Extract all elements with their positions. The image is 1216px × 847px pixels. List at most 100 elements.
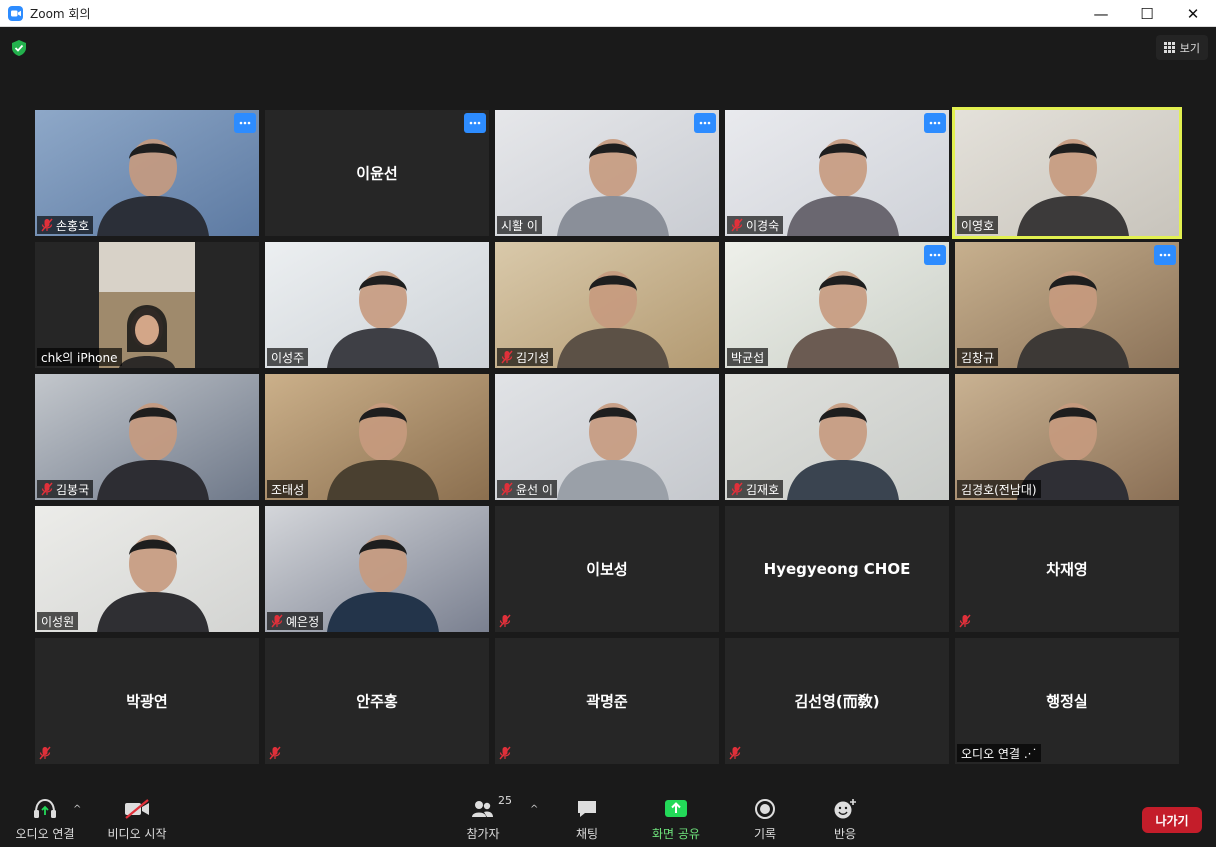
muted-microphone-icon: [959, 613, 973, 628]
participants-options-caret[interactable]: ^: [530, 804, 538, 815]
participant-name-tag: 조태성: [267, 480, 309, 498]
participant-name-tag: 윤선 이: [497, 480, 557, 498]
participant-name-label: chk의 iPhone: [41, 350, 118, 365]
participant-tile[interactable]: 이성원: [35, 506, 259, 632]
minimize-button[interactable]: —: [1078, 0, 1124, 27]
participant-name-label: 시활 이: [501, 218, 538, 233]
more-dots-icon: [929, 253, 941, 257]
participant-tile[interactable]: 시활 이: [495, 110, 719, 236]
more-options-button[interactable]: [1154, 245, 1176, 265]
more-options-button[interactable]: [924, 113, 946, 133]
participant-name-label: 예은정: [286, 614, 320, 629]
participant-name-label: 조태성: [271, 482, 305, 497]
participant-name-label: 김봉국: [56, 482, 90, 497]
participant-name-tag: 김재호: [727, 480, 784, 498]
muted-microphone-icon: [269, 745, 283, 760]
participant-display-name: 이보성: [586, 560, 628, 579]
participant-tile[interactable]: 김재호: [725, 374, 949, 500]
participants-count: 25: [498, 794, 512, 807]
participant-tile[interactable]: 박균섭: [725, 242, 949, 368]
participant-tile[interactable]: 이성주: [265, 242, 489, 368]
muted-microphone-icon: [501, 482, 513, 496]
participant-name-tag: 예은정: [267, 612, 324, 630]
participant-tile[interactable]: 곽명준: [495, 638, 719, 764]
headphones-icon: [34, 798, 56, 818]
chat-button[interactable]: 채팅: [567, 796, 607, 842]
participant-name-tag: 김창규: [957, 348, 999, 366]
muted-microphone-icon: [731, 218, 743, 232]
participant-tile[interactable]: 박광연: [35, 638, 259, 764]
participant-tile[interactable]: 행정실 오디오 연결 .·˙: [955, 638, 1179, 764]
chat-icon: [578, 801, 596, 817]
participant-tile[interactable]: 이영호: [952, 107, 1182, 239]
participant-tile[interactable]: 김경호(전남대): [955, 374, 1179, 500]
participant-name-label: 윤선 이: [516, 482, 553, 497]
grid-view-icon: [1163, 42, 1175, 53]
participant-name-tag: 박균섭: [727, 348, 769, 366]
video-off-icon: [125, 799, 149, 819]
participant-tile[interactable]: 김기성: [495, 242, 719, 368]
audio-button[interactable]: 오디오 연결: [12, 796, 78, 842]
participant-name-label: 김창규: [961, 350, 995, 365]
participant-tile[interactable]: 예은정: [265, 506, 489, 632]
more-options-button[interactable]: [464, 113, 486, 133]
participant-name-label: 박균섭: [731, 350, 765, 365]
participant-display-name: 안주홍: [356, 692, 398, 711]
participant-tile[interactable]: 윤선 이: [495, 374, 719, 500]
participant-tile[interactable]: Hyegyeong CHOE: [725, 506, 949, 632]
participants-label: 참가자: [466, 827, 500, 841]
participant-name-label: 이성주: [271, 350, 305, 365]
view-label: 보기: [1179, 41, 1200, 55]
participant-name-label: 손홍호: [56, 218, 90, 233]
participant-name-tag: 김봉국: [37, 480, 94, 498]
encryption-shield-icon[interactable]: [10, 39, 28, 57]
muted-microphone-icon: [499, 745, 513, 760]
participant-tile[interactable]: 김봉국: [35, 374, 259, 500]
participants-button[interactable]: 25 참가자: [458, 794, 512, 842]
audio-connecting-status: 오디오 연결 .·˙: [957, 744, 1042, 762]
participant-display-name: 이윤선: [356, 164, 398, 183]
maximize-button[interactable]: ☐: [1124, 0, 1170, 27]
leave-meeting-button[interactable]: 나가기: [1142, 807, 1202, 833]
view-button[interactable]: 보기: [1155, 35, 1208, 60]
more-options-button[interactable]: [234, 113, 256, 133]
share-screen-button[interactable]: 화면 공유: [646, 796, 706, 842]
participant-display-name: 박광연: [126, 692, 168, 711]
meeting-toolbar: 오디오 연결 ^ 비디오 시작 25 참가자 ^ 채팅 화면 공유 기록 반응 …: [0, 790, 1216, 847]
participant-tile[interactable]: 차재영: [955, 506, 1179, 632]
participant-name-tag: 이성원: [37, 612, 79, 630]
participant-name-tag: 김기성: [497, 348, 554, 366]
zoom-app-icon: [8, 5, 23, 21]
share-screen-icon: [665, 800, 687, 817]
participant-tile[interactable]: 이경숙: [725, 110, 949, 236]
audio-options-caret[interactable]: ^: [73, 804, 81, 815]
muted-microphone-icon: [41, 482, 53, 496]
participant-name-tag: 이경숙: [727, 216, 784, 234]
participant-name-tag: chk의 iPhone: [37, 348, 122, 366]
participant-tile[interactable]: 이보성: [495, 506, 719, 632]
participant-tile[interactable]: 김창규: [955, 242, 1179, 368]
window-titlebar: Zoom 회의 — ☐ ✕: [0, 0, 1216, 27]
participant-tile[interactable]: 김선영(而敎): [725, 638, 949, 764]
reactions-button[interactable]: 반응: [825, 796, 865, 842]
participant-name-tag: 손홍호: [37, 216, 94, 234]
participant-name-tag: 김경호(전남대): [957, 480, 1041, 498]
participant-tile[interactable]: 조태성: [265, 374, 489, 500]
video-button[interactable]: 비디오 시작: [104, 796, 170, 842]
close-button[interactable]: ✕: [1170, 0, 1216, 27]
participant-name-label: 이경숙: [746, 218, 780, 233]
participant-name-label: 김재호: [746, 482, 780, 497]
participant-display-name: 곽명준: [586, 692, 628, 711]
participant-name-label: 김경호(전남대): [961, 482, 1037, 497]
more-dots-icon: [1159, 253, 1171, 257]
muted-microphone-icon: [729, 745, 743, 760]
more-options-button[interactable]: [694, 113, 716, 133]
participant-display-name: Hyegyeong CHOE: [763, 560, 911, 578]
record-button[interactable]: 기록: [745, 796, 785, 842]
participant-tile[interactable]: 손홍호: [35, 110, 259, 236]
participant-tile[interactable]: chk의 iPhone: [35, 242, 259, 368]
participant-tile[interactable]: 안주홍: [265, 638, 489, 764]
participant-tile[interactable]: 이윤선: [265, 110, 489, 236]
participant-name-label: 이영호: [961, 218, 995, 233]
more-options-button[interactable]: [924, 245, 946, 265]
